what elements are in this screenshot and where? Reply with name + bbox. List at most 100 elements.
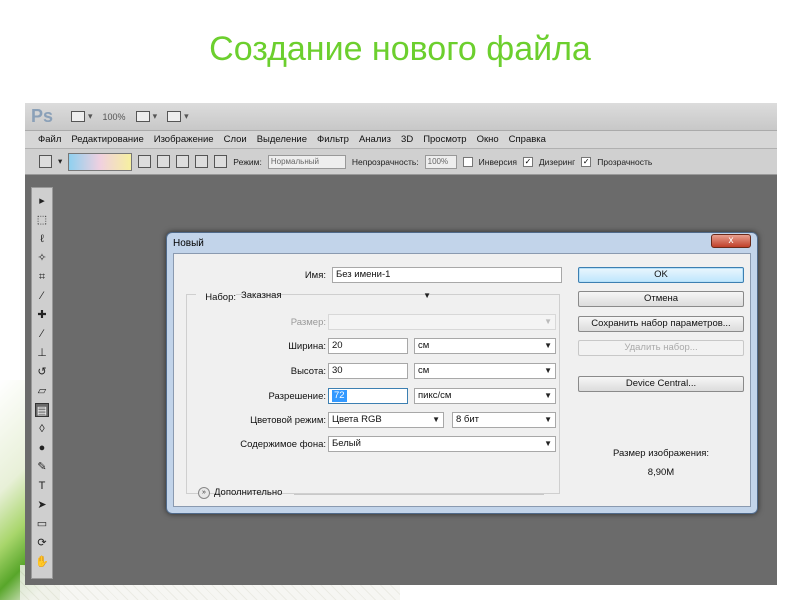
linear-gradient-icon[interactable] bbox=[138, 155, 152, 168]
mode-select[interactable]: Нормальный bbox=[267, 154, 346, 169]
background-label: Содержимое фона: bbox=[240, 439, 326, 450]
arrange-icon bbox=[135, 111, 150, 122]
name-field[interactable]: Без имени-1 bbox=[332, 267, 562, 283]
dither-checkbox[interactable]: ✓ bbox=[522, 156, 533, 167]
device-central-button[interactable]: Device Central... bbox=[578, 376, 744, 392]
menu-bar: Файл Редактирование Изображение Слои Выд… bbox=[25, 131, 777, 149]
name-label: Имя: bbox=[304, 270, 326, 281]
size-select[interactable]: ▼ bbox=[328, 314, 556, 330]
bit-depth-select[interactable]: 8 бит ▼ bbox=[452, 412, 556, 428]
width-unit-select[interactable]: см ▼ bbox=[414, 338, 556, 354]
radial-gradient-icon[interactable] bbox=[157, 155, 171, 168]
history-brush-tool-icon[interactable]: ↺ bbox=[35, 365, 49, 379]
color-mode-label: Цветовой режим: bbox=[250, 415, 326, 426]
menu-file[interactable]: Файл bbox=[33, 134, 66, 145]
width-label: Ширина: bbox=[288, 341, 326, 352]
ok-button[interactable]: OK bbox=[578, 267, 744, 283]
chevron-down-icon[interactable]: ▾ bbox=[58, 156, 62, 167]
image-size-label: Размер изображения: bbox=[612, 448, 710, 459]
gradient-tool-icon[interactable]: ▤ bbox=[35, 403, 49, 417]
chevron-down-icon: ▼ bbox=[544, 366, 552, 375]
zoom-level[interactable]: 100% bbox=[103, 112, 126, 122]
color-mode-select[interactable]: Цвета RGB ▼ bbox=[328, 412, 444, 428]
resolution-unit-select[interactable]: пикс/см ▼ bbox=[414, 388, 556, 404]
path-selection-tool-icon[interactable]: ➤ bbox=[35, 498, 49, 512]
menu-view[interactable]: Просмотр bbox=[418, 134, 471, 145]
new-document-dialog: Новый x Имя: Без имени-1 Набор: Заказная… bbox=[166, 232, 758, 514]
reflected-gradient-icon[interactable] bbox=[195, 155, 209, 168]
inverse-checkbox[interactable] bbox=[462, 156, 473, 167]
menu-layers[interactable]: Слои bbox=[219, 134, 252, 145]
preset-select[interactable]: Заказная ▼ bbox=[238, 289, 434, 305]
eyedropper-tool-icon[interactable]: ⁄ bbox=[35, 289, 49, 303]
preset-value: Заказная bbox=[241, 290, 282, 301]
close-button[interactable]: x bbox=[711, 234, 751, 248]
lasso-tool-icon[interactable]: ℓ bbox=[35, 232, 49, 246]
save-preset-button[interactable]: Сохранить набор параметров... bbox=[578, 316, 744, 332]
menu-3d[interactable]: 3D bbox=[396, 134, 418, 145]
dodge-tool-icon[interactable]: ● bbox=[35, 441, 49, 455]
gradient-tool-preset-icon[interactable] bbox=[39, 155, 52, 168]
clone-stamp-tool-icon[interactable]: ⊥ bbox=[35, 346, 49, 360]
height-unit-value: см bbox=[418, 365, 430, 376]
height-unit-select[interactable]: см ▼ bbox=[414, 363, 556, 379]
width-field[interactable]: 20 bbox=[328, 338, 408, 354]
cancel-button[interactable]: Отмена bbox=[578, 291, 744, 307]
rectangle-tool-icon[interactable]: ▭ bbox=[35, 517, 49, 531]
opacity-label: Непрозрачность: bbox=[351, 156, 419, 167]
3d-rotate-tool-icon[interactable]: ⟳ bbox=[35, 536, 49, 550]
blur-tool-icon[interactable]: ◊ bbox=[35, 422, 49, 436]
layout-menu[interactable]: ▾ bbox=[71, 111, 93, 122]
type-tool-icon[interactable]: T bbox=[35, 479, 49, 493]
menu-window[interactable]: Окно bbox=[472, 134, 504, 145]
gradient-picker[interactable] bbox=[68, 152, 133, 171]
move-tool-icon[interactable]: ▸ bbox=[35, 194, 49, 208]
healing-brush-tool-icon[interactable]: ✚ bbox=[35, 308, 49, 322]
background-value: Белый bbox=[332, 438, 361, 449]
height-field[interactable]: 30 bbox=[328, 363, 408, 379]
opacity-input[interactable]: 100% bbox=[424, 154, 457, 169]
diamond-gradient-icon[interactable] bbox=[214, 155, 228, 168]
ps-logo: Ps bbox=[31, 106, 54, 126]
magic-wand-tool-icon[interactable]: ✧ bbox=[35, 251, 49, 265]
preset-label: Набор: bbox=[196, 292, 236, 303]
transparency-checkbox[interactable]: ✓ bbox=[581, 156, 592, 167]
angle-gradient-icon[interactable] bbox=[176, 155, 190, 168]
marquee-tool-icon[interactable]: ⬚ bbox=[35, 213, 49, 227]
transparency-label: Прозрачность bbox=[597, 156, 653, 167]
delete-preset-button[interactable]: Удалить набор... bbox=[578, 340, 744, 356]
menu-image[interactable]: Изображение bbox=[149, 134, 219, 145]
resolution-value: 72 bbox=[332, 390, 347, 402]
chevron-down-icon: ▼ bbox=[544, 391, 552, 400]
expand-advanced-icon[interactable]: » bbox=[198, 487, 210, 499]
advanced-divider bbox=[294, 494, 544, 495]
eraser-tool-icon[interactable]: ▱ bbox=[35, 384, 49, 398]
brush-tool-icon[interactable]: ∕ bbox=[35, 327, 49, 341]
pen-tool-icon[interactable]: ✎ bbox=[35, 460, 49, 474]
resolution-unit-value: пикс/см bbox=[418, 390, 452, 401]
options-bar: ▾ Режим: Нормальный Непрозрачность: 100%… bbox=[25, 149, 777, 175]
chevron-down-icon: ▼ bbox=[432, 415, 440, 424]
image-size-value: 8,90M bbox=[647, 467, 675, 478]
screen-mode-icon bbox=[167, 111, 182, 122]
slide-title: Создание нового файла bbox=[209, 30, 591, 68]
menu-select[interactable]: Выделение bbox=[252, 134, 312, 145]
crop-tool-icon[interactable]: ⌗ bbox=[35, 270, 49, 284]
resolution-field[interactable]: 72 bbox=[328, 388, 408, 404]
screen-mode-menu[interactable]: ▾ bbox=[167, 111, 189, 122]
size-label: Размер: bbox=[290, 317, 326, 328]
dialog-body: Имя: Без имени-1 Набор: Заказная ▼ Разме… bbox=[173, 253, 751, 507]
dialog-title: Новый bbox=[173, 238, 204, 249]
menu-analysis[interactable]: Анализ bbox=[354, 134, 396, 145]
height-label: Высота: bbox=[290, 366, 326, 377]
dither-label: Дизеринг bbox=[538, 156, 576, 167]
arrange-menu[interactable]: ▾ bbox=[135, 111, 157, 122]
menu-edit[interactable]: Редактирование bbox=[66, 134, 148, 145]
color-mode-value: Цвета RGB bbox=[332, 414, 382, 425]
menu-help[interactable]: Справка bbox=[504, 134, 551, 145]
width-unit-value: см bbox=[418, 340, 430, 351]
background-select[interactable]: Белый ▼ bbox=[328, 436, 556, 452]
advanced-label[interactable]: Дополнительно bbox=[214, 487, 282, 498]
menu-filter[interactable]: Фильтр bbox=[312, 134, 354, 145]
hand-tool-icon[interactable]: ✋ bbox=[35, 555, 49, 569]
